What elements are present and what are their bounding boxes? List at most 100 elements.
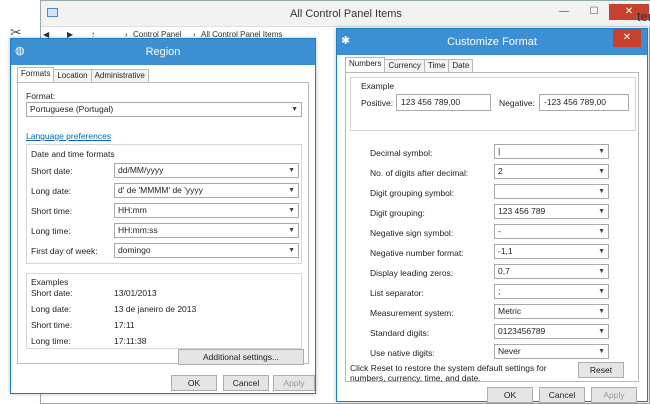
short-date-select[interactable]: dd/MM/yyyy ▼: [114, 163, 299, 178]
additional-settings-button[interactable]: Additional settings...: [178, 349, 304, 365]
date-time-formats-group: Date and time formats Short date: dd/MM/…: [26, 144, 302, 264]
native-digits-select[interactable]: Never ▼: [494, 344, 609, 359]
customize-close-button[interactable]: ✕: [613, 29, 641, 47]
example-short-time-value: 17:11: [114, 320, 135, 330]
customize-apply-button[interactable]: Apply: [591, 387, 637, 403]
tab-formats[interactable]: Formats: [17, 67, 55, 82]
decimal-symbol-value: |: [498, 146, 501, 156]
digits-after-decimal-select[interactable]: 2 ▼: [494, 164, 609, 179]
negative-sign-value: -: [498, 226, 501, 236]
digit-grouping-value: 123 456 789: [498, 206, 546, 216]
example-long-time-label: Long time:: [31, 336, 71, 346]
control-panel-titlebar: All Control Panel Items — ☐ ✕: [41, 1, 650, 27]
negative-number-format-label: Negative number format:: [370, 248, 464, 258]
region-apply-button[interactable]: Apply: [273, 375, 315, 391]
digit-grouping-symbol-select[interactable]: ▼: [494, 184, 609, 199]
minimize-button[interactable]: —: [551, 4, 577, 20]
tab-date[interactable]: Date: [448, 59, 474, 72]
chevron-down-icon: ▼: [288, 247, 295, 254]
chevron-down-icon: ▼: [288, 167, 295, 174]
customize-ok-button[interactable]: OK: [487, 387, 533, 403]
negative-sign-select[interactable]: - ▼: [494, 224, 609, 239]
digits-after-decimal-value: 2: [498, 166, 503, 176]
region-tabs: Formats Location Administrative: [17, 67, 149, 83]
first-day-label: First day of week:: [31, 246, 98, 256]
long-time-select[interactable]: HH:mm:ss ▼: [114, 223, 299, 238]
negative-number-format-value: -1,1: [498, 246, 513, 256]
tab-administrative[interactable]: Administrative: [90, 69, 149, 82]
positive-value: 123 456 789,00: [396, 94, 491, 111]
digit-grouping-select[interactable]: 123 456 789 ▼: [494, 204, 609, 219]
list-separator-select[interactable]: ; ▼: [494, 284, 609, 299]
customize-format-dialog: ✱ Customize Format ✕ Numbers Currency Ti…: [336, 28, 648, 403]
chevron-down-icon: ▼: [598, 188, 605, 195]
chevron-down-icon: ▼: [288, 187, 295, 194]
numbers-panel: Example Positive: 123 456 789,00 Negativ…: [345, 72, 639, 383]
leading-zeros-label: Display leading zeros:: [370, 268, 454, 278]
customize-titlebar: ✱ Customize Format ✕: [337, 29, 647, 55]
long-date-label: Long date:: [31, 186, 72, 196]
examples-group: Examples Short date: 13/01/2013 Long dat…: [26, 273, 302, 349]
format-value: Portuguese (Portugal): [30, 104, 114, 114]
chevron-down-icon: ▼: [288, 207, 295, 214]
example-group: Example Positive: 123 456 789,00 Negativ…: [350, 77, 636, 131]
short-time-label: Short time:: [31, 206, 73, 216]
format-label: Format:: [26, 91, 56, 101]
chevron-down-icon: ▼: [598, 228, 605, 235]
chevron-down-icon: ▼: [598, 168, 605, 175]
region-cancel-button[interactable]: Cancel: [223, 375, 269, 391]
long-time-label: Long time:: [31, 226, 71, 236]
reset-button[interactable]: Reset: [578, 362, 624, 378]
customize-tabs: Numbers Currency Time Date: [345, 57, 474, 73]
chevron-down-icon: ▼: [598, 328, 605, 335]
positive-label: Positive:: [361, 98, 394, 108]
long-date-select[interactable]: d' de 'MMMM' de 'yyyy ▼: [114, 183, 299, 198]
dt-group-label: Date and time formats: [31, 149, 115, 159]
leading-zeros-select[interactable]: 0,7 ▼: [494, 264, 609, 279]
region-ok-button[interactable]: OK: [171, 375, 217, 391]
customize-cancel-button[interactable]: Cancel: [539, 387, 585, 403]
example-short-time-label: Short time:: [31, 320, 73, 330]
short-date-value: dd/MM/yyyy: [118, 165, 164, 175]
chevron-down-icon: ▼: [291, 106, 298, 113]
tab-time[interactable]: Time: [423, 59, 450, 72]
digit-grouping-symbol-label: Digit grouping symbol:: [370, 188, 455, 198]
title-fragment: ter: [637, 9, 650, 24]
standard-digits-select[interactable]: 0123456789 ▼: [494, 324, 609, 339]
short-time-select[interactable]: HH:mm ▼: [114, 203, 299, 218]
chevron-down-icon: ▼: [598, 148, 605, 155]
negative-sign-label: Negative sign symbol:: [370, 228, 454, 238]
region-titlebar: ◍ Region: [11, 39, 315, 65]
chevron-down-icon: ▼: [598, 248, 605, 255]
chevron-down-icon: ▼: [598, 348, 605, 355]
measurement-system-value: Metric: [498, 306, 522, 316]
digit-grouping-label: Digit grouping:: [370, 208, 425, 218]
chevron-down-icon: ▼: [598, 208, 605, 215]
negative-value: -123 456 789,00: [539, 94, 629, 111]
negative-number-format-select[interactable]: -1,1 ▼: [494, 244, 609, 259]
example-short-date-value: 13/01/2013: [114, 288, 157, 298]
native-digits-value: Never: [498, 346, 521, 356]
negative-label: Negative:: [499, 98, 535, 108]
list-separator-label: List separator:: [370, 288, 424, 298]
long-date-value: d' de 'MMMM' de 'yyyy: [118, 185, 203, 195]
tab-numbers[interactable]: Numbers: [345, 57, 386, 72]
example-label: Example: [361, 81, 395, 91]
first-day-value: domingo: [118, 245, 151, 255]
tab-location[interactable]: Location: [53, 69, 92, 82]
digits-after-decimal-label: No. of digits after decimal:: [370, 168, 469, 178]
example-long-time-value: 17:11:38: [114, 336, 147, 346]
region-dialog: ◍ Region Formats Location Administrative…: [10, 38, 316, 394]
tab-currency[interactable]: Currency: [384, 59, 425, 72]
language-preferences-link[interactable]: Language preferences: [26, 131, 111, 141]
formats-panel: Format: Portuguese (Portugal) ▼ Language …: [17, 82, 309, 365]
chevron-down-icon: ▼: [598, 268, 605, 275]
chevron-down-icon: ▼: [598, 288, 605, 295]
decimal-symbol-select[interactable]: | ▼: [494, 144, 609, 159]
standard-digits-value: 0123456789: [498, 326, 546, 336]
chevron-down-icon: ▼: [288, 227, 295, 234]
maximize-button[interactable]: ☐: [581, 4, 607, 20]
first-day-select[interactable]: domingo ▼: [114, 243, 299, 258]
measurement-system-select[interactable]: Metric ▼: [494, 304, 609, 319]
format-select[interactable]: Portuguese (Portugal) ▼: [26, 102, 302, 117]
